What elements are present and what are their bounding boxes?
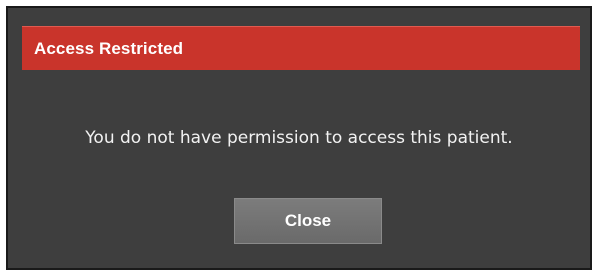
close-button-label: Close <box>284 211 332 230</box>
close-button[interactable]: Close <box>234 198 382 244</box>
dialog-message: You do not have permission to access thi… <box>85 128 513 148</box>
access-restricted-dialog: Access Restricted You do not have permis… <box>6 6 592 270</box>
dialog-titlebar: Access Restricted <box>22 26 580 70</box>
dialog-title: Access Restricted <box>34 38 184 58</box>
